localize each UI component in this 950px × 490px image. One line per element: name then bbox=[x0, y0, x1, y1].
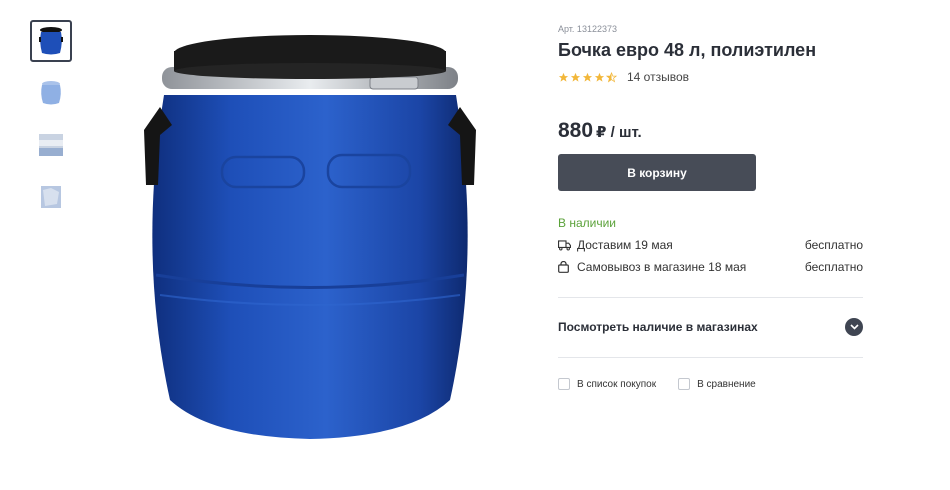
star-icon bbox=[558, 72, 569, 82]
star-icon bbox=[594, 72, 605, 82]
pickup-cost: бесплатно bbox=[804, 260, 863, 274]
product-actions: В список покупок В сравнение bbox=[558, 378, 778, 390]
thumbnail-4[interactable] bbox=[30, 176, 72, 218]
product-rating[interactable]: 14 отзывов bbox=[558, 70, 689, 84]
delivery-option: Доставим 19 мая бесплатно bbox=[558, 237, 863, 253]
pickup-label: Самовывоз в магазине 18 мая bbox=[577, 260, 747, 274]
barrel-thumb-icon bbox=[39, 27, 63, 55]
thumbnail-2[interactable] bbox=[30, 72, 72, 114]
compare-checkbox[interactable]: В сравнение bbox=[678, 378, 756, 390]
shopping-list-checkbox[interactable]: В список покупок bbox=[558, 378, 656, 390]
thumbnail-1[interactable] bbox=[30, 20, 72, 62]
chevron-down-icon[interactable] bbox=[845, 318, 863, 336]
bag-icon bbox=[558, 260, 572, 274]
half-star-icon bbox=[606, 71, 617, 82]
store-availability-label: Посмотреть наличие в магазинах bbox=[558, 320, 758, 334]
checkbox-icon[interactable] bbox=[558, 378, 570, 390]
divider bbox=[558, 297, 863, 298]
price-unit: ₽ / шт. bbox=[596, 124, 642, 141]
pickup-option: Самовывоз в магазине 18 мая бесплатно bbox=[558, 259, 863, 275]
barrel-top-thumb-icon bbox=[39, 134, 63, 156]
delivery-label: Доставим 19 мая bbox=[577, 238, 673, 252]
product-title: Бочка евро 48 л, полиэтилен bbox=[558, 40, 817, 60]
thumbnail-gallery bbox=[30, 20, 74, 228]
add-to-cart-button[interactable]: В корзину bbox=[558, 154, 756, 191]
shopping-list-label: В список покупок bbox=[577, 378, 657, 390]
price-value: 880 bbox=[558, 119, 594, 142]
stock-status: В наличии bbox=[558, 216, 617, 230]
divider bbox=[558, 357, 863, 358]
product-sku: Арт. 13122373 bbox=[558, 24, 617, 34]
rating-stars bbox=[558, 71, 617, 83]
product-image[interactable] bbox=[130, 25, 490, 455]
barrel-side-thumb-icon bbox=[41, 81, 61, 105]
store-availability-toggle[interactable]: Посмотреть наличие в магазинах bbox=[558, 316, 863, 338]
truck-icon bbox=[558, 238, 572, 252]
star-icon bbox=[570, 72, 581, 82]
blue-barrel-image bbox=[144, 35, 476, 439]
checkbox-icon[interactable] bbox=[678, 378, 691, 390]
barrel-detail-thumb-icon bbox=[41, 186, 61, 208]
compare-label: В сравнение bbox=[697, 378, 756, 390]
product-price: 880 ₽ / шт. bbox=[558, 119, 642, 143]
thumbnail-3[interactable] bbox=[30, 124, 72, 166]
star-icon bbox=[582, 72, 593, 82]
reviews-link[interactable]: 14 отзывов bbox=[627, 70, 689, 84]
delivery-cost: бесплатно bbox=[804, 238, 863, 252]
